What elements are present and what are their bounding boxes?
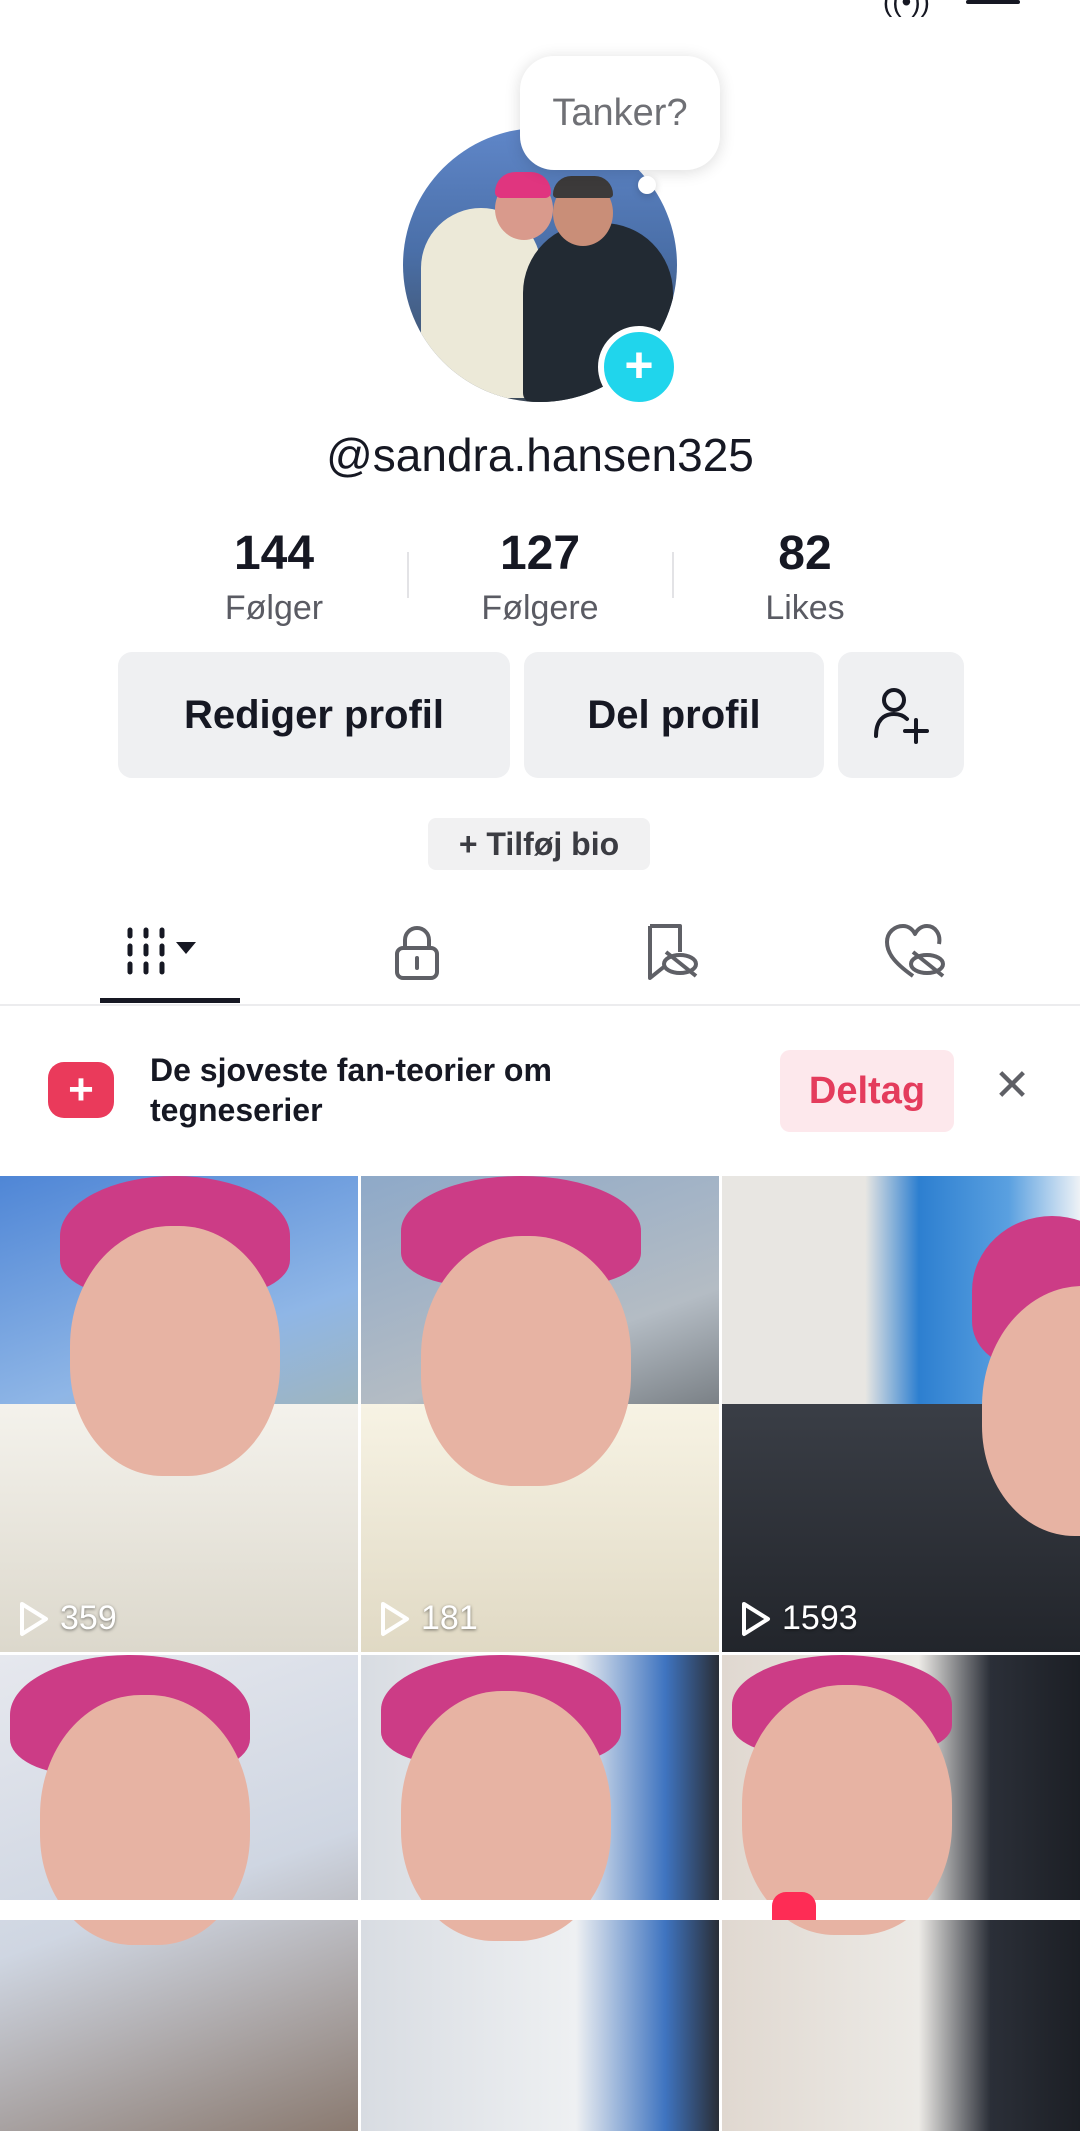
play-icon [381, 1601, 409, 1636]
username: @sandra.hansen325 [326, 429, 754, 481]
stat-followers[interactable]: 127 Følgere [430, 524, 650, 630]
active-tab-indicator [100, 998, 240, 1003]
share-profile-button[interactable]: Del profil [524, 652, 824, 778]
status-bar: ((•)) [0, 0, 1080, 20]
thought-bubble-text: Tanker? [552, 91, 688, 134]
video-thumbnail[interactable] [361, 1655, 719, 2131]
edit-profile-button[interactable]: Rediger profil [118, 652, 510, 778]
video-thumbnail[interactable] [722, 1655, 1080, 2131]
tab-private[interactable] [282, 900, 552, 1004]
join-button[interactable]: Deltag [780, 1050, 954, 1132]
inbox-badge [772, 1892, 816, 1920]
stat-divider [407, 552, 409, 598]
likes-label: Likes [765, 589, 845, 627]
lock-icon [395, 926, 439, 980]
video-thumbnail[interactable]: 359 [0, 1176, 358, 1652]
view-count: 359 [18, 1599, 117, 1638]
menu-icon[interactable] [966, 0, 1020, 4]
thought-bubble[interactable]: Tanker? [520, 56, 720, 170]
add-user-icon [874, 688, 929, 744]
stat-following[interactable]: 144 Følger [164, 524, 384, 630]
stat-likes: 82 Likes [695, 524, 915, 630]
add-bio-button[interactable]: + Tilføj bio [428, 818, 650, 870]
video-thumbnail[interactable]: 181 [361, 1176, 719, 1652]
view-count: 1593 [740, 1599, 858, 1638]
close-icon[interactable]: ✕ [990, 1064, 1034, 1108]
view-count-value: 181 [421, 1599, 478, 1637]
following-count: 144 [233, 527, 315, 580]
followers-count: 127 [499, 527, 581, 580]
tab-videos[interactable] [35, 900, 305, 1004]
play-icon [742, 1601, 770, 1636]
videos-grid-icon [127, 927, 196, 975]
tab-liked[interactable] [780, 900, 1050, 1004]
likes-count: 82 [778, 527, 832, 580]
banner-text: De sjoveste fan-teorier om tegneserier [150, 1052, 552, 1128]
followers-label: Følgere [481, 589, 599, 627]
bottom-navigation [0, 1900, 1080, 1920]
view-count: 181 [379, 1599, 478, 1638]
add-video-icon: + [48, 1062, 114, 1118]
video-thumbnail[interactable]: 1593 [722, 1176, 1080, 1652]
view-count-value: 359 [60, 1599, 117, 1637]
bookmark-hidden-icon [648, 924, 698, 980]
video-thumbnail[interactable] [0, 1655, 358, 2131]
plus-icon: + [624, 337, 654, 393]
tab-saved[interactable] [535, 900, 805, 1004]
add-friend-button[interactable] [838, 652, 964, 778]
qr-icon[interactable]: ((•)) [883, 0, 930, 18]
play-icon [20, 1601, 48, 1636]
profile-tabs [0, 900, 1080, 1006]
bubble-tail [638, 176, 656, 194]
following-label: Følger [224, 589, 324, 627]
promo-banner[interactable]: + De sjoveste fan-teorier om tegneserier… [0, 1006, 1080, 1172]
heart-hidden-icon [885, 924, 945, 978]
stat-divider [672, 552, 674, 598]
add-story-button[interactable]: + [598, 326, 680, 408]
view-count-value: 1593 [782, 1599, 858, 1637]
